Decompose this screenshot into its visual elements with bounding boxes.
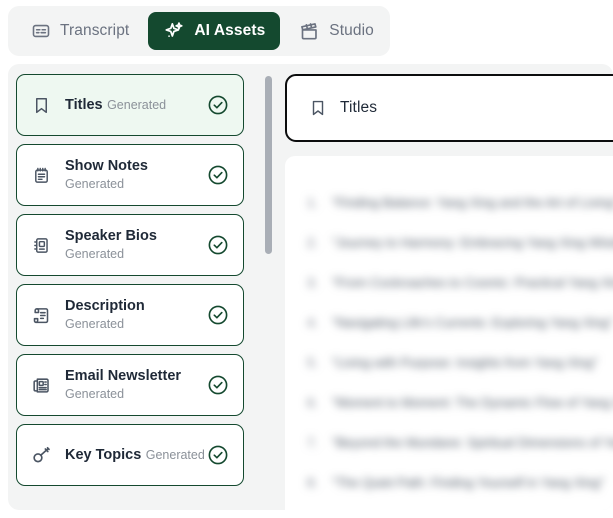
asset-detail-body: 1. "Finding Balance: Yang Xing and the A…: [285, 156, 613, 510]
list-item-text: "Finding Balance: Yang Xing and the Art …: [331, 195, 613, 210]
asset-card-text: Email Newsletter Generated: [65, 367, 206, 403]
list-item-number: 3.: [307, 275, 318, 290]
asset-detail-header[interactable]: Titles: [285, 74, 613, 142]
tab-transcript[interactable]: Transcript: [16, 12, 144, 50]
assets-workspace: Titles Generated Show Notes Generated Sp…: [8, 64, 613, 510]
tab-studio[interactable]: Studio: [284, 12, 389, 50]
asset-card-email-newsletter[interactable]: Email Newsletter Generated: [16, 354, 244, 416]
asset-title: Speaker Bios: [65, 228, 157, 244]
asset-card-text: Titles Generated: [65, 96, 206, 114]
list-item: 7. "Beyond the Mundane: Spiritual Dimens…: [307, 434, 613, 474]
check-circle-icon: [206, 163, 230, 187]
asset-list: Titles Generated Show Notes Generated Sp…: [16, 74, 264, 510]
check-circle-icon: [206, 303, 230, 327]
asset-card-key-topics[interactable]: Key Topics Generated: [16, 424, 244, 486]
check-circle-icon: [206, 443, 230, 467]
view-tabbar: Transcript AI Assets Studio: [8, 6, 390, 56]
list-item: 4. "Navigating Life's Currents: Explorin…: [307, 314, 613, 354]
asset-card-text: Description Generated: [65, 297, 206, 333]
check-circle-icon: [206, 233, 230, 257]
asset-title: Key Topics: [65, 447, 142, 463]
asset-card-speaker-bios[interactable]: Speaker Bios Generated: [16, 214, 244, 276]
asset-status: Generated: [107, 98, 167, 112]
asset-title: Show Notes: [65, 158, 148, 174]
ai-assets-screen: Transcript AI Assets Studio Titles Gener…: [0, 0, 613, 518]
asset-card-text: Show Notes Generated: [65, 157, 206, 193]
check-circle-icon: [206, 93, 230, 117]
bookmark-icon: [30, 93, 52, 117]
asset-status: Generated: [145, 448, 205, 462]
contact-book-icon: [30, 233, 52, 257]
asset-title: Description: [65, 298, 145, 314]
asset-title: Email Newsletter: [65, 368, 182, 384]
list-item-number: 4.: [307, 315, 318, 330]
list-item: 6. "Moment to Moment: The Dynamic Flow o…: [307, 394, 613, 434]
list-item: 1. "Finding Balance: Yang Xing and the A…: [307, 194, 613, 234]
asset-status: Generated: [65, 177, 125, 191]
list-item-text: "The Quiet Path: Finding Yourself in Yan…: [331, 475, 605, 490]
tab-ai-assets[interactable]: AI Assets: [148, 12, 281, 50]
sparkles-icon: [163, 20, 185, 42]
asset-status: Generated: [65, 247, 125, 261]
list-item-text: "Living with Purpose: Insights from Yang…: [331, 355, 598, 370]
asset-card-show-notes[interactable]: Show Notes Generated: [16, 144, 244, 206]
newspaper-icon: [30, 373, 52, 397]
list-item: 5. "Living with Purpose: Insights from Y…: [307, 354, 613, 394]
asset-card-titles[interactable]: Titles Generated: [16, 74, 244, 136]
list-item-number: 6.: [307, 395, 318, 410]
clapperboard-icon: [299, 21, 320, 42]
list-item-text: "From Cockroaches to Cosmic: Practical Y…: [331, 275, 613, 290]
asset-card-description[interactable]: Description Generated: [16, 284, 244, 346]
asset-status: Generated: [65, 387, 125, 401]
tab-transcript-label: Transcript: [60, 22, 130, 39]
list-item-text: "Beyond the Mundane: Spiritual Dimension…: [331, 435, 613, 450]
bookmark-icon: [309, 98, 327, 118]
tab-studio-label: Studio: [329, 22, 374, 39]
asset-list-scrollbar-thumb[interactable]: [265, 76, 272, 254]
asset-detail-title: Titles: [340, 99, 378, 116]
list-item-number: 8.: [307, 475, 318, 490]
asset-list-scrollbar[interactable]: [265, 76, 272, 500]
list-item-text: "Journey to Harmony: Embracing Yang Xing…: [331, 235, 613, 250]
captions-icon: [31, 21, 51, 41]
list-item-text: "Navigating Life's Currents: Exploring Y…: [331, 315, 613, 330]
key-icon: [30, 443, 52, 467]
scroll-text-icon: [30, 303, 52, 327]
asset-status: Generated: [65, 317, 125, 331]
asset-title: Titles: [65, 97, 103, 113]
notepad-icon: [30, 163, 52, 187]
list-item: 2. "Journey to Harmony: Embracing Yang X…: [307, 234, 613, 274]
list-item-text: "Moment to Moment: The Dynamic Flow of Y…: [331, 395, 613, 410]
list-item: 8. "The Quiet Path: Finding Yourself in …: [307, 474, 613, 510]
list-item-number: 7.: [307, 435, 318, 450]
asset-card-text: Speaker Bios Generated: [65, 227, 206, 263]
list-item-number: 2.: [307, 235, 318, 250]
list-item-number: 1.: [307, 195, 318, 210]
list-item-number: 5.: [307, 355, 318, 370]
tab-ai-assets-label: AI Assets: [194, 22, 266, 39]
generated-titles-list: 1. "Finding Balance: Yang Xing and the A…: [285, 194, 613, 510]
list-item: 3. "From Cockroaches to Cosmic: Practica…: [307, 274, 613, 314]
asset-detail-panel: Titles 1. "Finding Balance: Yang Xing an…: [285, 74, 613, 510]
asset-card-text: Key Topics Generated: [65, 446, 206, 464]
check-circle-icon: [206, 373, 230, 397]
